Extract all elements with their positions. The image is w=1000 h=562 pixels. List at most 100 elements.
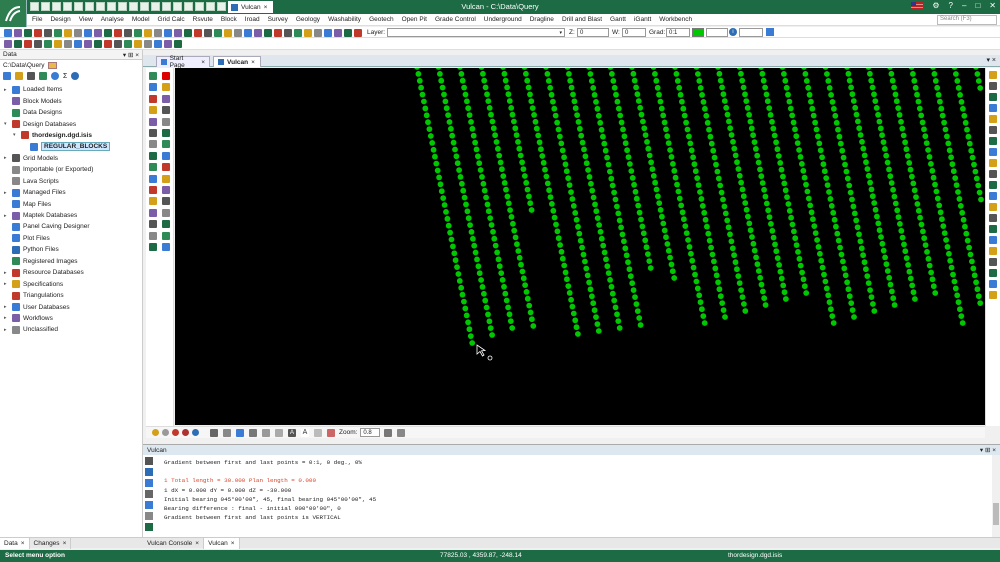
z-field[interactable]: 0	[577, 28, 609, 37]
tree-item[interactable]: Map Files	[0, 198, 142, 209]
toolbar-tool-icon[interactable]	[174, 40, 182, 48]
zoom-extent-icon[interactable]	[384, 428, 393, 437]
quick-access-icon[interactable]	[184, 2, 193, 11]
menu-item-design[interactable]: Design	[50, 16, 70, 23]
expander-icon[interactable]: ▸	[4, 304, 9, 310]
shading-yellow-icon[interactable]	[152, 429, 159, 436]
annotation-icon[interactable]: A	[288, 428, 296, 437]
3d-viewer-canvas[interactable]	[175, 68, 985, 425]
maximize-icon[interactable]: □	[975, 1, 980, 10]
view-tool-icon[interactable]	[989, 181, 997, 189]
toolbar-tool-icon[interactable]	[274, 29, 282, 37]
view-tool-icon[interactable]	[989, 148, 997, 156]
zoom-tool-icon[interactable]	[249, 428, 257, 437]
tree-item[interactable]: ▸ Grid Models	[0, 153, 142, 164]
toolbar-tool-icon[interactable]	[14, 29, 22, 37]
close-icon[interactable]: ×	[195, 540, 199, 547]
toolbar-tool-icon[interactable]	[344, 29, 352, 37]
quick-access-icon[interactable]	[140, 2, 149, 11]
toolbar-tool-icon[interactable]	[64, 29, 72, 37]
menu-item-geology[interactable]: Geology	[296, 16, 320, 23]
toolbar-tool-icon[interactable]	[144, 40, 152, 48]
gear-icon[interactable]: ⚙	[932, 1, 939, 10]
zoom-field[interactable]: 0.8	[360, 428, 381, 437]
design-tool-icon[interactable]	[149, 220, 157, 229]
toolbar-tool-icon[interactable]	[254, 29, 262, 37]
tree-item[interactable]: ▸ Unclassified	[0, 324, 142, 335]
toolbar-tool-icon[interactable]	[104, 29, 112, 37]
design-tool-icon[interactable]	[162, 151, 170, 160]
toolbar-tool-icon[interactable]	[124, 40, 132, 48]
design-tool-icon[interactable]	[162, 129, 170, 137]
line-style-select[interactable]	[706, 28, 728, 37]
tab-changes[interactable]: Changes ×	[30, 538, 72, 549]
tree-item[interactable]: Python Files	[0, 244, 142, 255]
toolbar-tool-icon[interactable]	[114, 29, 122, 37]
close-icon[interactable]: ×	[63, 540, 67, 547]
copy-icon[interactable]	[145, 479, 153, 487]
shading-grey-icon[interactable]	[162, 429, 169, 436]
toolbar-tool-icon[interactable]	[34, 29, 42, 37]
toolbar-tool-icon[interactable]	[294, 29, 302, 37]
toolbar-tool-icon[interactable]	[324, 29, 332, 37]
toolbar-tool-icon[interactable]	[194, 29, 202, 37]
menu-item-model[interactable]: Model	[132, 16, 150, 23]
maptek-logo-icon[interactable]	[0, 0, 27, 27]
toolbar-tool-icon[interactable]	[44, 40, 52, 48]
design-tool-icon[interactable]	[162, 163, 170, 172]
pan-icon[interactable]	[223, 428, 231, 437]
info-icon[interactable]: i	[729, 28, 737, 36]
toolbar-tool-icon[interactable]	[134, 40, 142, 48]
design-tool-icon[interactable]	[149, 72, 157, 80]
design-tool-icon[interactable]	[162, 117, 170, 126]
quick-access-icon[interactable]	[107, 2, 116, 11]
menu-item-survey[interactable]: Survey	[268, 16, 288, 23]
toolbar-tool-icon[interactable]	[84, 40, 92, 48]
tab-vulcan[interactable]: Vulcan ×	[213, 56, 261, 67]
shading-blue-icon[interactable]	[192, 429, 199, 436]
refresh-icon[interactable]	[51, 72, 59, 80]
menu-item-rsvute[interactable]: Rsvute	[193, 16, 213, 23]
toolbar-tool-icon[interactable]	[64, 40, 72, 48]
toolbar-tool-icon[interactable]	[214, 29, 222, 37]
menu-item-grid-calc[interactable]: Grid Calc	[158, 16, 185, 23]
section-icon[interactable]	[327, 428, 335, 437]
design-tool-icon[interactable]	[162, 220, 170, 229]
tree-item[interactable]: ▸ Resource Databases	[0, 267, 142, 278]
design-tool-icon[interactable]	[162, 72, 170, 80]
measure-icon[interactable]	[314, 428, 322, 437]
view-tool-icon[interactable]	[989, 236, 997, 244]
menu-item-analyse[interactable]: Analyse	[101, 16, 124, 23]
menu-item-block[interactable]: Block	[221, 16, 237, 23]
extra-field[interactable]	[739, 28, 763, 37]
design-tool-icon[interactable]	[162, 106, 170, 115]
toolbar-tool-icon[interactable]	[34, 40, 42, 48]
tree-item[interactable]: ▸ User Databases	[0, 301, 142, 312]
expander-icon[interactable]: ▾	[13, 132, 18, 138]
toolbar-tool-icon[interactable]	[74, 40, 82, 48]
toolbar-tool-icon[interactable]	[54, 29, 62, 37]
tab-vulcan-console[interactable]: Vulcan Console ×	[143, 538, 205, 549]
design-tool-icon[interactable]	[149, 243, 157, 251]
design-tool-icon[interactable]	[162, 231, 170, 240]
tree-item[interactable]: Data Designs	[0, 107, 142, 118]
shading-dark-red-icon[interactable]	[182, 429, 189, 436]
menu-item-open-pit[interactable]: Open Pit	[402, 16, 427, 23]
expander-icon[interactable]: ▸	[4, 327, 9, 333]
toolbar-tool-icon[interactable]	[354, 29, 362, 37]
grad-field[interactable]: 0:1	[666, 28, 690, 37]
close-icon[interactable]: ×	[231, 540, 235, 547]
view-tool-icon[interactable]	[989, 291, 997, 299]
menu-item-washability[interactable]: Washability	[328, 16, 361, 23]
tree-item[interactable]: ▸ Loaded Items	[0, 84, 142, 95]
toolbar-tool-icon[interactable]	[94, 29, 102, 37]
design-tool-icon[interactable]	[149, 83, 157, 92]
quick-access-icon[interactable]	[162, 2, 171, 11]
toolbar-tool-icon[interactable]	[94, 40, 102, 48]
color-swatch[interactable]	[692, 28, 704, 37]
toolbar-tool-icon[interactable]	[264, 29, 272, 37]
design-tool-icon[interactable]	[149, 174, 157, 183]
tree-item[interactable]: Lava Scripts	[0, 176, 142, 187]
quick-access-icon[interactable]	[96, 2, 105, 11]
tree-item[interactable]: ▾ thordesign.dgd.isis	[0, 130, 142, 141]
